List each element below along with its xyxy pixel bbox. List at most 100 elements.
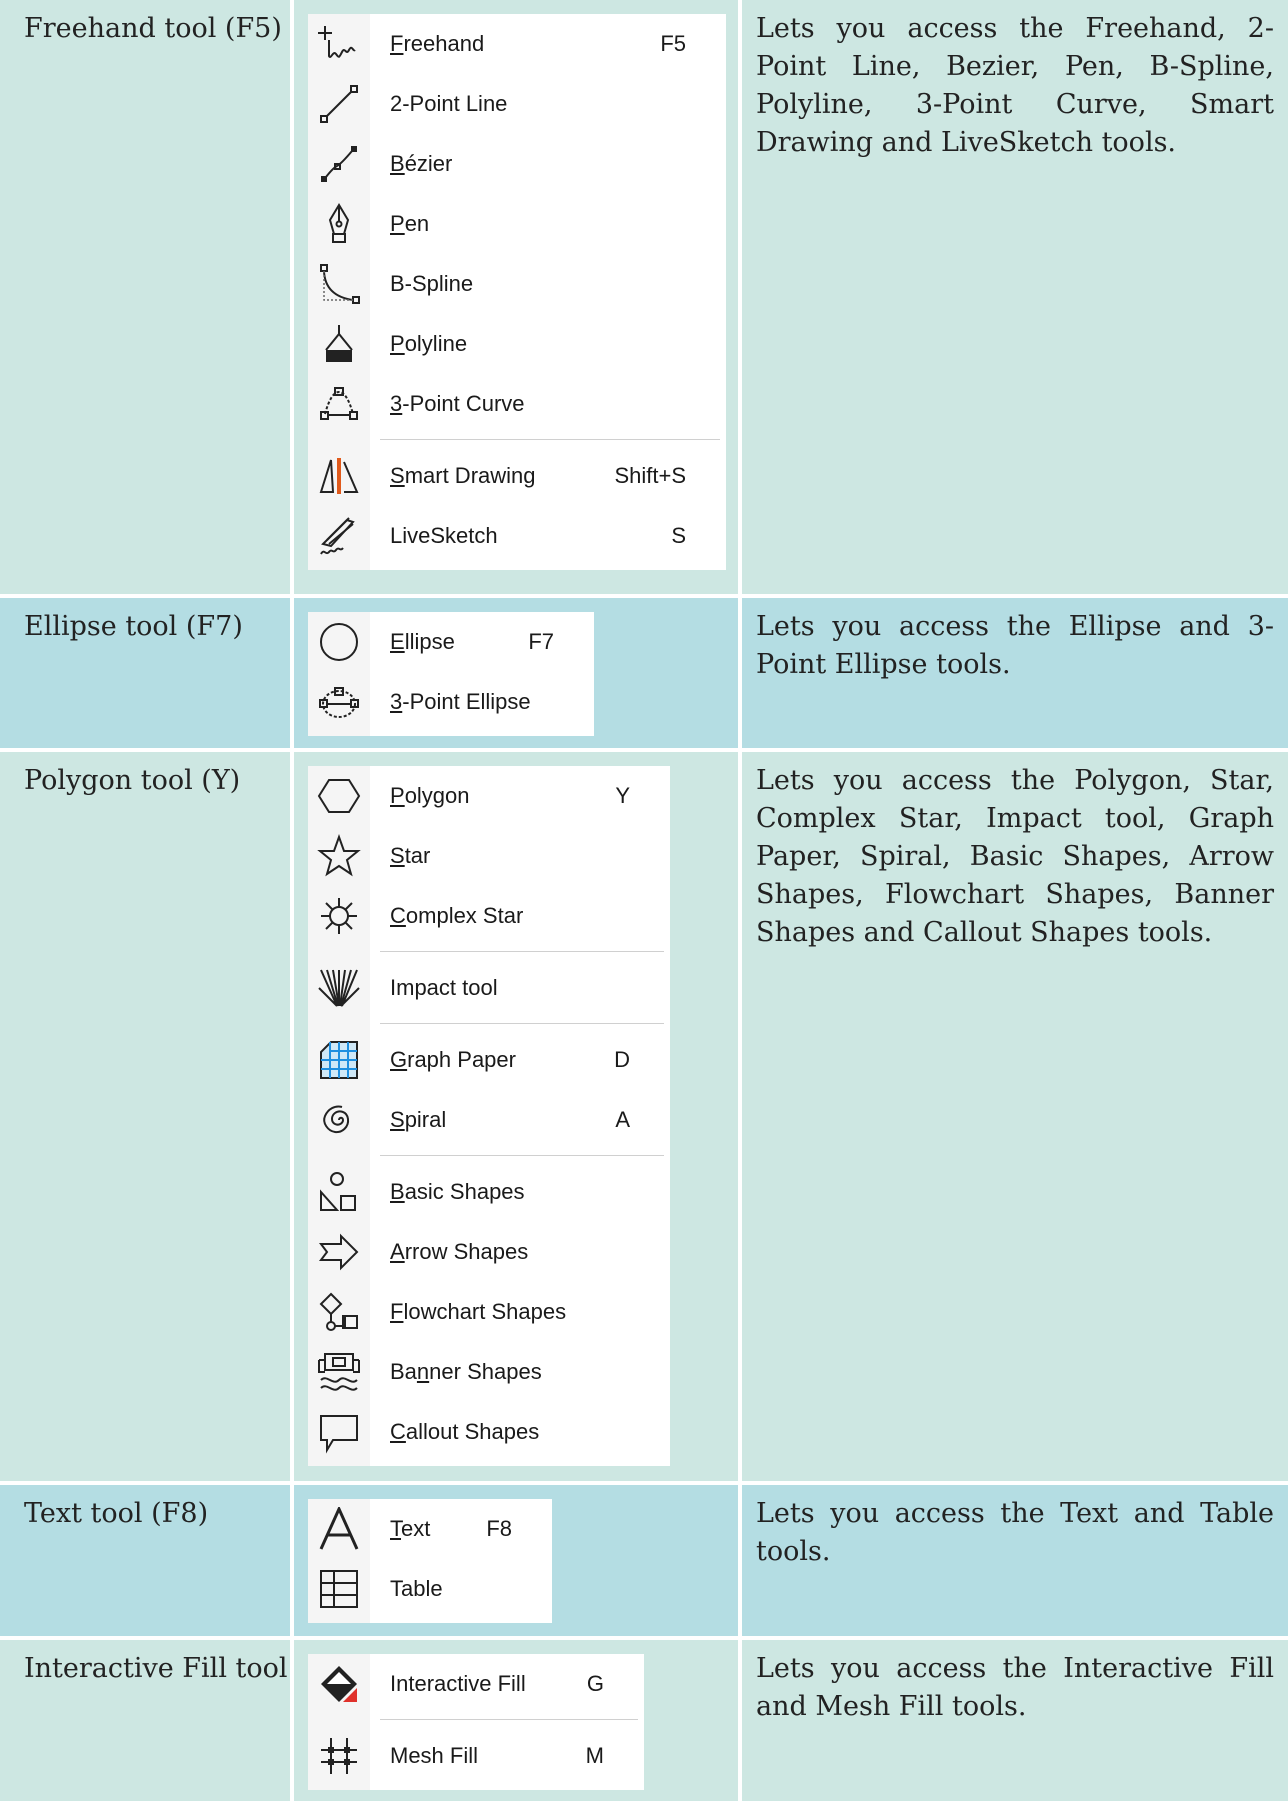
pen-icon [308, 194, 370, 254]
menu-item-polyline[interactable]: Polyline [308, 314, 726, 374]
tool-name-cell: Polygon tool (Y) [0, 748, 294, 1485]
menu-item-livesketch[interactable]: LiveSketch S [308, 506, 726, 566]
description-cell: Lets you access the Text and Table tools… [738, 1481, 1288, 1640]
polygon-icon [308, 766, 370, 826]
menu-separator [308, 1018, 670, 1030]
table-row-polygon: Polygon tool (Y) Polygon Y Star Complex Sta… [0, 748, 1288, 1485]
menu-item-three-point-curve[interactable]: 3-Point Curve [308, 374, 726, 434]
menu-item-label: Ellipse [390, 629, 455, 654]
description: Lets you access the Ellipse and 3- Point… [756, 611, 1274, 680]
menu-item-label: Bézier [390, 151, 453, 176]
complex-star-icon [308, 886, 370, 946]
three-point-ellipse-icon [308, 672, 370, 732]
menu-item-label: Text [390, 1516, 431, 1541]
interactive-fill-icon [308, 1654, 370, 1714]
table-row-interactive-fill: Interactive Fill tool Interactive Fill G M… [0, 1636, 1288, 1801]
smart-drawing-icon [308, 446, 370, 506]
menu-item-shortcut: F5 [660, 31, 686, 56]
menu-item-callout-shapes[interactable]: Callout Shapes [308, 1402, 670, 1462]
menu-item-graph-paper[interactable]: Graph Paper D [308, 1030, 670, 1090]
menu-item-impact-tool[interactable]: Impact tool [308, 958, 670, 1018]
flowchart-shapes-icon [308, 1282, 370, 1342]
menu-item-basic-shapes[interactable]: Basic Shapes [308, 1162, 670, 1222]
menu-item-freehand[interactable]: Freehand F5 [308, 14, 726, 74]
menu-item-star[interactable]: Star [308, 826, 670, 886]
menu-item-text[interactable]: Text F8 [308, 1499, 552, 1559]
menu-item-label: Callout Shapes [390, 1419, 540, 1444]
description-cell: Lets you access the Polygon, Star, Compl… [738, 748, 1288, 1485]
menu-item-bezier[interactable]: Bézier [308, 134, 726, 194]
table-row-ellipse: Ellipse tool (F7) Ellipse F7 3-Point Ellip… [0, 594, 1288, 752]
menu-item-label: Impact tool [390, 975, 498, 1000]
menu-item-b-spline[interactable]: B-Spline [308, 254, 726, 314]
mesh-fill-icon [308, 1726, 370, 1786]
three-point-curve-icon [308, 374, 370, 434]
ellipse-icon [308, 612, 370, 672]
menu-item-arrow-shapes[interactable]: Arrow Shapes [308, 1222, 670, 1282]
menu-item-label: 3-Point Ellipse [390, 689, 531, 714]
freehand-icon [308, 14, 370, 74]
menu-item-complex-star[interactable]: Complex Star [308, 886, 670, 946]
table-row-text: Text tool (F8) Text F8 Table Lets you acce… [0, 1481, 1288, 1640]
menu-item-polygon[interactable]: Polygon Y [308, 766, 670, 826]
flyout-menu: Ellipse F7 3-Point Ellipse [308, 612, 594, 736]
menu-item-label: Pen [390, 211, 430, 236]
menu-item-ellipse[interactable]: Ellipse F7 [308, 612, 594, 672]
menu-item-table[interactable]: Table [308, 1559, 552, 1619]
tool-name: Interactive Fill tool [24, 1653, 288, 1684]
menu-item-label: Star [390, 843, 431, 868]
menu-item-shortcut: Shift+S [614, 463, 686, 488]
menu-item-banner-shapes[interactable]: Banner Shapes [308, 1342, 670, 1402]
menu-item-two-point-line[interactable]: 2-Point Line [308, 74, 726, 134]
b-spline-icon [308, 254, 370, 314]
menu-item-mesh-fill[interactable]: Mesh Fill M [308, 1726, 644, 1786]
menu-item-interactive-fill[interactable]: Interactive Fill G [308, 1654, 644, 1714]
banner-shapes-icon [308, 1342, 370, 1402]
two-point-line-icon [308, 74, 370, 134]
description-cell: Lets you access the Freehand, 2- Point L… [738, 0, 1288, 598]
menu-item-spiral[interactable]: Spiral A [308, 1090, 670, 1150]
description: Lets you access the Freehand, 2- Point L… [756, 13, 1274, 158]
description-cell: Lets you access the Ellipse and 3- Point… [738, 594, 1288, 752]
menu-separator [308, 1150, 670, 1162]
tool-name: Text tool (F8) [24, 1498, 209, 1529]
menu-item-label: Freehand [390, 31, 485, 56]
tool-name-cell: Interactive Fill tool [0, 1636, 294, 1801]
menu-item-label: Complex Star [390, 903, 524, 928]
description: Lets you access the Interactive Fill and… [756, 1653, 1274, 1722]
description-cell: Lets you access the Interactive Fill and… [738, 1636, 1288, 1801]
table-row-freehand: Freehand tool (F5) Freehand F5 2-Point Lin… [0, 0, 1288, 598]
menu-item-label: 3-Point Curve [390, 391, 525, 416]
menu-cell: Polygon Y Star Complex Star Impact tool Graph… [290, 748, 742, 1485]
callout-shapes-icon [308, 1402, 370, 1462]
menu-item-shortcut: F8 [486, 1516, 512, 1541]
menu-cell: Text F8 Table [290, 1481, 742, 1640]
arrow-shapes-icon [308, 1222, 370, 1282]
menu-cell: Freehand F5 2-Point Line Bézier Pen B-Spline P… [290, 0, 742, 598]
menu-item-label: Polygon [390, 783, 470, 808]
menu-cell: Interactive Fill G Mesh Fill M [290, 1636, 742, 1801]
flyout-menu: Freehand F5 2-Point Line Bézier Pen B-Spline P… [308, 14, 726, 570]
description: Lets you access the Text and Table tools… [756, 1498, 1274, 1567]
menu-item-shortcut: F7 [528, 629, 554, 654]
graph-paper-icon [308, 1030, 370, 1090]
flyout-menu: Polygon Y Star Complex Star Impact tool Graph… [308, 766, 670, 1466]
menu-separator [308, 434, 726, 446]
menu-item-label: Arrow Shapes [390, 1239, 529, 1264]
menu-item-smart-drawing[interactable]: Smart Drawing Shift+S [308, 446, 726, 506]
menu-item-label: Interactive Fill [390, 1671, 526, 1696]
tool-name: Polygon tool (Y) [24, 765, 241, 796]
menu-item-shortcut: Y [615, 783, 630, 808]
menu-item-shortcut: A [615, 1107, 630, 1132]
menu-item-flowchart-shapes[interactable]: Flowchart Shapes [308, 1282, 670, 1342]
menu-item-shortcut: G [586, 1671, 604, 1696]
menu-item-shortcut: M [585, 1743, 604, 1768]
menu-item-pen[interactable]: Pen [308, 194, 726, 254]
menu-item-label: LiveSketch [390, 523, 498, 548]
menu-separator [308, 946, 670, 958]
livesketch-icon [308, 506, 370, 566]
tool-name: Freehand tool (F5) [24, 13, 282, 44]
menu-item-three-point-ellipse[interactable]: 3-Point Ellipse [308, 672, 594, 732]
text-icon [308, 1499, 370, 1559]
menu-item-label: Smart Drawing [390, 463, 536, 488]
